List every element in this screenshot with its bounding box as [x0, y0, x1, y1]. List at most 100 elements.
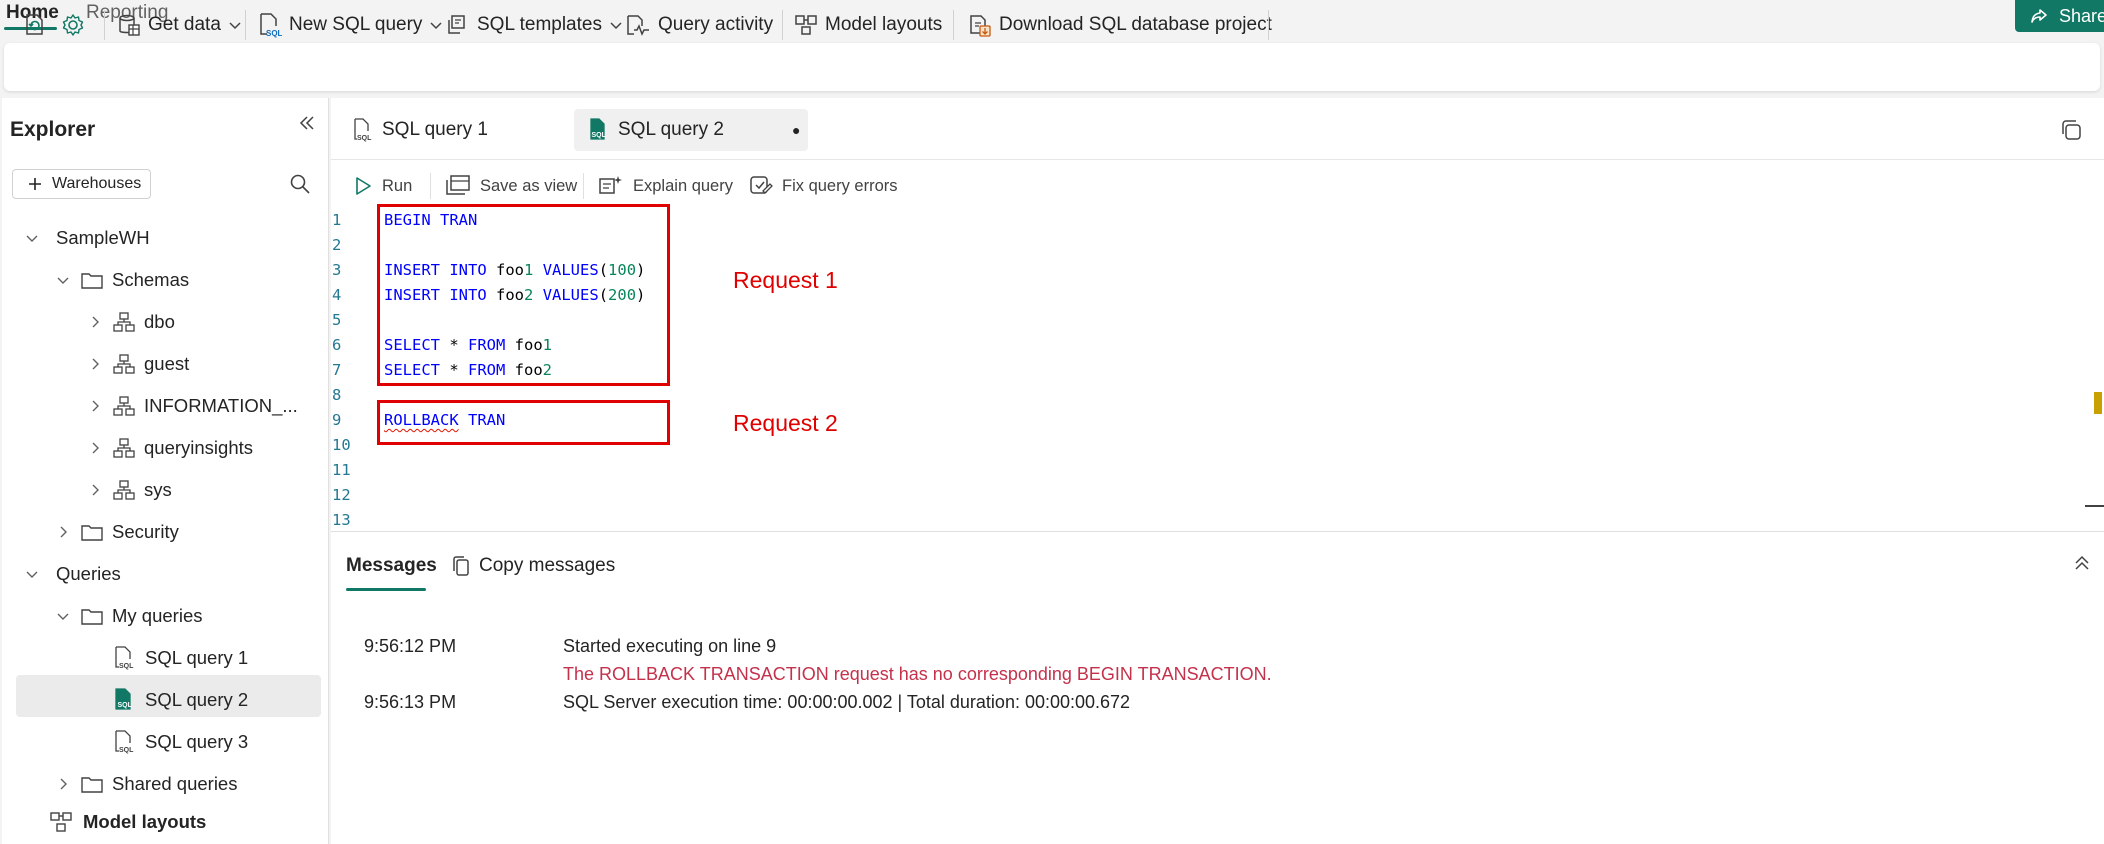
- sql-file-icon: SQL: [113, 688, 135, 712]
- folder-icon: [81, 607, 103, 625]
- svg-text:SQL: SQL: [118, 702, 133, 709]
- svg-text:SQL: SQL: [119, 663, 134, 670]
- chevron-right-icon: [85, 399, 105, 413]
- play-icon: [353, 175, 373, 197]
- copy-icon: [452, 555, 470, 577]
- results-divider[interactable]: [331, 531, 2104, 532]
- explorer-title: Explorer: [10, 118, 96, 141]
- tree-label: Security: [112, 521, 179, 542]
- line-number: 10: [332, 436, 351, 454]
- request-2-highlight-box: [377, 400, 670, 445]
- svg-text:SQL: SQL: [592, 132, 607, 139]
- add-warehouses-button[interactable]: Warehouses: [12, 169, 151, 199]
- tree-item-schema-guest[interactable]: guest: [85, 346, 189, 382]
- line-number: 13: [332, 511, 351, 529]
- run-button[interactable]: Run: [353, 172, 412, 200]
- schema-icon: [113, 396, 135, 416]
- tree-item-queries[interactable]: Queries: [22, 556, 121, 592]
- chevron-right-icon: [85, 483, 105, 497]
- sql-file-icon: SQL: [113, 646, 135, 670]
- request-2-label: Request 2: [733, 410, 838, 436]
- settings-button[interactable]: [60, 10, 86, 40]
- tree-item-schema-information[interactable]: INFORMATION_...: [85, 388, 298, 424]
- tree-item-schemas[interactable]: Schemas: [53, 262, 189, 298]
- message-text: Started executing on line 9: [563, 636, 777, 656]
- tree-item-sql-query-1[interactable]: SQL SQL query 1: [113, 640, 248, 676]
- share-button[interactable]: Share: [2015, 0, 2104, 32]
- explain-icon: [598, 174, 624, 198]
- tree-item-my-queries[interactable]: My queries: [53, 598, 202, 634]
- template-icon: [446, 13, 470, 37]
- fix-query-errors-button[interactable]: Fix query errors: [749, 172, 898, 200]
- tree-label: SQL query 1: [145, 647, 249, 668]
- chevron-down-icon: [429, 18, 443, 32]
- download-project-button[interactable]: Download SQL database project: [966, 10, 1272, 40]
- sql-templates-button[interactable]: SQL templates: [446, 10, 623, 40]
- tree-item-schema-dbo[interactable]: dbo: [85, 304, 175, 340]
- chevron-down-icon: [53, 609, 73, 623]
- line-number: 6: [332, 336, 342, 354]
- toolbar-divider: [583, 173, 584, 199]
- new-sql-query-label: New SQL query: [289, 14, 423, 35]
- copy-window-icon[interactable]: [2059, 118, 2083, 142]
- ribbon-divider: [782, 10, 783, 40]
- scrollbar-marker: [2094, 392, 2102, 414]
- chevron-right-icon: [85, 441, 105, 455]
- get-data-button[interactable]: Get data: [117, 10, 242, 40]
- sql-file-icon: SQL: [258, 12, 282, 38]
- warehouses-label: Warehouses: [52, 175, 142, 192]
- database-icon: [117, 13, 141, 37]
- ribbon-divider: [104, 10, 105, 40]
- collapse-results-icon[interactable]: [2072, 553, 2092, 573]
- gear-icon: [60, 12, 86, 38]
- chevron-down-icon: [609, 18, 623, 32]
- query-tab-label: SQL query 1: [382, 119, 488, 140]
- tree-item-model-layouts[interactable]: Model layouts: [49, 804, 206, 840]
- line-number: 4: [332, 286, 342, 304]
- search-icon[interactable]: [289, 173, 311, 195]
- tree-item-shared-queries[interactable]: Shared queries: [53, 766, 237, 802]
- save-as-view-label: Save as view: [480, 176, 578, 195]
- tree-label: Schemas: [112, 269, 190, 290]
- tree-label: Model layouts: [83, 811, 207, 832]
- chevron-down-icon: [228, 18, 242, 32]
- tree-item-samplewh[interactable]: SampleWH: [22, 220, 150, 256]
- message-timestamp: 9:56:13 PM: [364, 692, 457, 712]
- model-layouts-label: Model layouts: [825, 14, 943, 35]
- line-number: 1: [332, 211, 342, 229]
- copy-messages-button[interactable]: Copy messages: [452, 552, 615, 580]
- tree-item-schema-queryinsights[interactable]: queryinsights: [85, 430, 253, 466]
- tree-label: dbo: [144, 311, 175, 332]
- explain-query-button[interactable]: Explain query: [598, 172, 733, 200]
- collapse-panel-icon[interactable]: [297, 113, 317, 133]
- share-label: Share: [2059, 5, 2104, 26]
- error-message-text: The ROLLBACK TRANSACTION request has no …: [563, 664, 1272, 684]
- new-sql-query-button[interactable]: SQL New SQL query: [258, 10, 443, 40]
- get-data-label: Get data: [148, 14, 221, 35]
- tree-label: My queries: [112, 605, 203, 626]
- tree-label: guest: [144, 353, 190, 374]
- save-as-view-button[interactable]: Save as view: [445, 172, 577, 200]
- query-tab-1[interactable]: SQL SQL query 1: [338, 109, 488, 151]
- tree-label: queryinsights: [144, 437, 254, 458]
- query-activity-button[interactable]: Query activity: [625, 10, 773, 40]
- chevron-right-icon: [85, 315, 105, 329]
- folder-icon: [81, 523, 103, 541]
- chevron-down-icon: [53, 273, 73, 287]
- tree-item-sql-query-3[interactable]: SQL SQL query 3: [113, 724, 248, 760]
- svg-text:SQL: SQL: [266, 29, 282, 38]
- tree-item-security[interactable]: Security: [53, 514, 179, 550]
- ribbon: [4, 43, 2100, 91]
- tree-label: SQL query 2: [145, 689, 249, 710]
- request-1-label: Request 1: [733, 267, 838, 293]
- ribbon-divider: [245, 10, 246, 40]
- query-tab-2[interactable]: SQL SQL query 2 ●: [574, 109, 808, 151]
- tree-label: sys: [144, 479, 172, 500]
- schema-icon: [113, 312, 135, 332]
- tree-item-sql-query-2[interactable]: SQL SQL query 2: [113, 682, 248, 718]
- refresh-button[interactable]: [22, 10, 48, 40]
- sql-file-icon: SQL: [113, 730, 135, 754]
- tab-messages[interactable]: Messages: [346, 555, 437, 577]
- tree-item-schema-sys[interactable]: sys: [85, 472, 172, 508]
- model-layouts-button[interactable]: Model layouts: [794, 10, 942, 40]
